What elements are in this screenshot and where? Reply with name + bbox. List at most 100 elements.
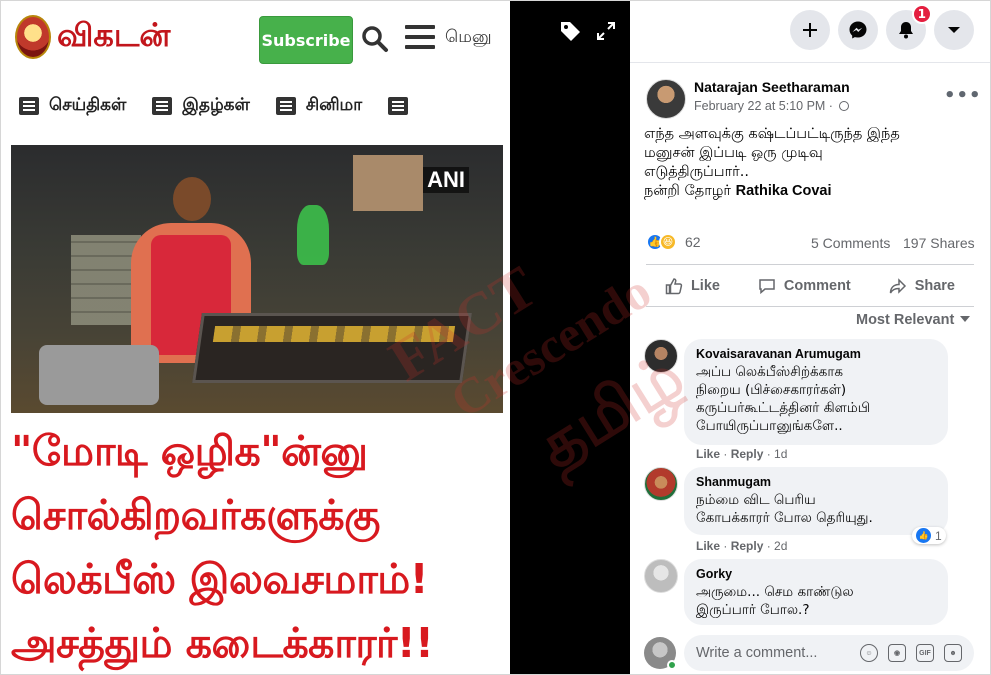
nav-label: செய்திகள் <box>49 95 127 115</box>
comment-bubble: Gorky அருமை... செம காண்டுல இருப்பார் போல… <box>684 559 948 625</box>
comment-icon <box>759 279 775 295</box>
thumbs-up-icon <box>665 278 683 295</box>
comment-age[interactable]: 2d <box>774 539 787 553</box>
comment-text-line: இருப்பார் போல.? <box>696 602 810 618</box>
comment-like-link[interactable]: Like <box>696 539 720 553</box>
shared-post-image[interactable]: விகடன் Subscribe மெனு செய்திகள் இதழ்கள் … <box>1 1 510 674</box>
post-text-line: எடுத்திருப்பார்.. <box>644 164 749 180</box>
comment-like-link[interactable]: Like <box>696 447 720 461</box>
online-status-dot <box>667 660 677 670</box>
more-options-icon[interactable]: ••• <box>944 85 982 106</box>
comment-reply-link[interactable]: Reply <box>731 447 764 461</box>
film-icon <box>275 97 296 115</box>
messenger-button[interactable] <box>838 10 878 50</box>
tag-icon[interactable] <box>558 19 582 43</box>
comment-meta: Like · Reply · 2d <box>696 539 788 553</box>
comment-text-line: கருப்பர்கூட்டத்தினர் கிளம்பி <box>696 400 871 416</box>
hamburger-menu-icon <box>405 25 435 51</box>
menu-label: மெனு <box>445 27 492 47</box>
vendor-head <box>173 177 211 221</box>
news-icon <box>19 97 39 115</box>
comment-text-line: அப்ப லெக்பீஸ்சிற்க்காக <box>696 364 844 380</box>
nav-label: சினிமா <box>305 95 363 115</box>
headline: "மோடி ஒழிக"ன்னு சொல்கிறவர்களுக்கு லெக்பீ… <box>11 419 506 674</box>
commenter-avatar[interactable] <box>644 559 678 593</box>
sticker-icon[interactable]: ☻ <box>944 644 962 662</box>
comment-reactions[interactable]: 👍 1 <box>912 527 946 544</box>
photo-viewer-backdrop <box>510 1 630 674</box>
top-bar: 1 <box>630 1 990 63</box>
author-name[interactable]: Natarajan Seetharaman <box>694 79 850 95</box>
comment-sort-dropdown[interactable]: Most Relevant <box>856 312 971 328</box>
subscribe-button: Subscribe <box>259 16 353 64</box>
reactions-summary[interactable]: 👍 😆 62 <box>646 233 701 251</box>
comment-text-line: அருமை... செம காண்டுல <box>696 584 854 600</box>
comment-text: நம்மை விட பெரிய கோபக்காரர் போல தெரியுது. <box>696 491 936 527</box>
comment-text-line: நிறைய (பிச்சைகாரர்கள்) <box>696 382 847 398</box>
commenter-avatar[interactable] <box>644 467 678 501</box>
commenter-name[interactable]: Shanmugam <box>696 475 936 489</box>
comment-reaction-count: 1 <box>935 528 942 543</box>
expand-icon[interactable] <box>596 21 616 41</box>
comment-label: Comment <box>783 278 851 294</box>
post-timestamp[interactable]: February 22 at 5:10 PM · <box>694 99 850 113</box>
vikatan-nav: செய்திகள் இதழ்கள் சினிமா <box>1 89 510 123</box>
camera-icon[interactable]: ◉ <box>888 644 906 662</box>
reactions-count: 62 <box>685 234 701 250</box>
sort-label: Most Relevant <box>856 312 955 328</box>
headline-line: அசத்தும் கடைக்காரர்!! <box>11 619 434 667</box>
divider <box>646 306 974 307</box>
headline-line: லெக்பீஸ் இலவசமாம்! <box>11 555 428 603</box>
vikatan-logo-icon <box>15 15 51 59</box>
headline-line: "மோடி ஒழிக"ன்னு <box>11 427 368 475</box>
comment-text: அருமை... செம காண்டுல இருப்பார் போல.? <box>696 583 936 619</box>
gallery-icon <box>388 97 409 115</box>
comment-age[interactable]: 1d <box>774 447 787 461</box>
commenter-name[interactable]: Gorky <box>696 567 936 581</box>
comment-bubble: Shanmugam நம்மை விட பெரிய கோபக்காரர் போல… <box>684 467 948 535</box>
commenter-avatar[interactable] <box>644 339 678 373</box>
share-button[interactable]: Share <box>889 277 955 295</box>
comment-meta: Like · Reply · 1d <box>696 447 788 461</box>
account-menu-button[interactable] <box>934 10 974 50</box>
green-bag <box>297 205 329 265</box>
nav-item-cinema: சினிமா <box>275 95 363 117</box>
thanks-prefix: நன்றி தோழர் <box>644 183 736 199</box>
smiley-icon[interactable]: ☺ <box>860 644 878 662</box>
post-text: எந்த அளவுக்கு கஷ்டப்பட்டிருந்த இந்த மனுச… <box>644 125 974 201</box>
post-text-line: நன்றி தோழர் Rathika Covai <box>644 182 974 201</box>
cardboard-box <box>353 155 423 211</box>
nav-item-news: செய்திகள் <box>19 95 126 117</box>
author-avatar[interactable] <box>646 79 686 119</box>
caret-down-icon <box>960 316 971 322</box>
haha-reaction-icon: 😆 <box>659 233 677 251</box>
tagged-user-link[interactable]: Rathika Covai <box>736 183 832 199</box>
comment-button[interactable]: Comment <box>758 277 851 295</box>
comment-text-line: போயிருப்பானுங்களே.. <box>696 418 843 434</box>
like-reaction-icon: 👍 <box>916 528 931 543</box>
share-label: Share <box>914 278 955 294</box>
like-button[interactable]: Like <box>665 277 720 295</box>
comment-reply-link[interactable]: Reply <box>731 539 764 553</box>
write-comment-row: ☺ ◉ GIF ☻ <box>644 635 976 671</box>
post-time-text: February 22 at 5:10 PM · <box>694 99 837 113</box>
comment-text: அப்ப லெக்பீஸ்சிற்க்காக நிறைய (பிச்சைகாரர… <box>696 363 936 435</box>
gif-icon[interactable]: GIF <box>916 644 934 662</box>
barbecue-grill <box>192 313 472 383</box>
notification-badge: 1 <box>911 4 932 24</box>
news-photo: ANI <box>11 145 503 413</box>
caret-down-icon <box>948 27 960 33</box>
comments-count-link[interactable]: 5 Comments <box>811 235 890 251</box>
comment-text-line: கோபக்காரர் போல தெரியுது. <box>696 510 873 526</box>
nav-item-magazines: இதழ்கள் <box>152 95 250 117</box>
like-label: Like <box>690 278 720 294</box>
photo-credit: ANI <box>423 167 469 193</box>
search-icon <box>362 26 388 52</box>
notifications-button[interactable]: 1 <box>886 4 932 50</box>
create-button[interactable] <box>790 10 830 50</box>
post-text-line: எந்த அளவுக்கு கஷ்டப்பட்டிருந்த இந்த <box>644 126 900 142</box>
comment-input-tools: ☺ ◉ GIF ☻ <box>860 644 962 662</box>
commenter-name[interactable]: Kovaisaravanan Arumugam <box>696 347 936 361</box>
messenger-icon <box>849 21 867 39</box>
shares-count-link[interactable]: 197 Shares <box>903 235 975 251</box>
